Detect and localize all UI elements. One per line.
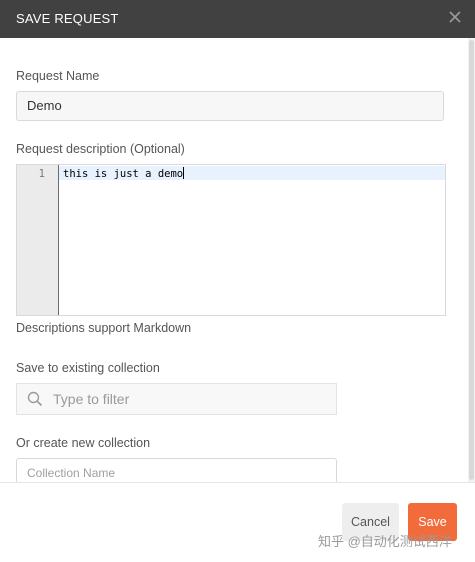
scrollbar-thumb[interactable] bbox=[469, 40, 474, 480]
text-cursor bbox=[183, 167, 185, 179]
markdown-help-text: Descriptions support Markdown bbox=[16, 321, 192, 335]
collection-name-input[interactable]: Collection Name bbox=[16, 458, 337, 482]
editor-code-line[interactable]: this is just a demo bbox=[63, 167, 185, 181]
request-name-input[interactable]: Demo bbox=[16, 91, 444, 121]
dialog-body: Request Name Demo Request description (O… bbox=[0, 38, 475, 482]
editor-gutter: 1 bbox=[17, 165, 59, 315]
dialog-title: SAVE REQUEST bbox=[16, 11, 119, 26]
search-icon bbox=[27, 391, 43, 407]
filter-placeholder: Type to filter bbox=[53, 391, 130, 407]
dialog-titlebar: SAVE REQUEST bbox=[0, 0, 475, 38]
watermark-text: 知乎 @自动化测试西洋 bbox=[318, 534, 452, 549]
existing-collection-label: Save to existing collection bbox=[16, 361, 160, 375]
request-description-label: Request description (Optional) bbox=[16, 142, 185, 156]
new-collection-label: Or create new collection bbox=[16, 436, 151, 450]
collection-filter-input[interactable]: Type to filter bbox=[16, 383, 337, 415]
description-text: this is just a demo bbox=[63, 168, 184, 180]
description-editor[interactable]: 1 this is just a demo bbox=[16, 164, 446, 316]
request-name-label: Request Name bbox=[16, 69, 100, 83]
line-number: 1 bbox=[38, 168, 45, 180]
close-icon[interactable] bbox=[447, 9, 463, 25]
collection-name-placeholder: Collection Name bbox=[27, 466, 116, 480]
dialog-footer: Cancel Save bbox=[0, 482, 475, 562]
